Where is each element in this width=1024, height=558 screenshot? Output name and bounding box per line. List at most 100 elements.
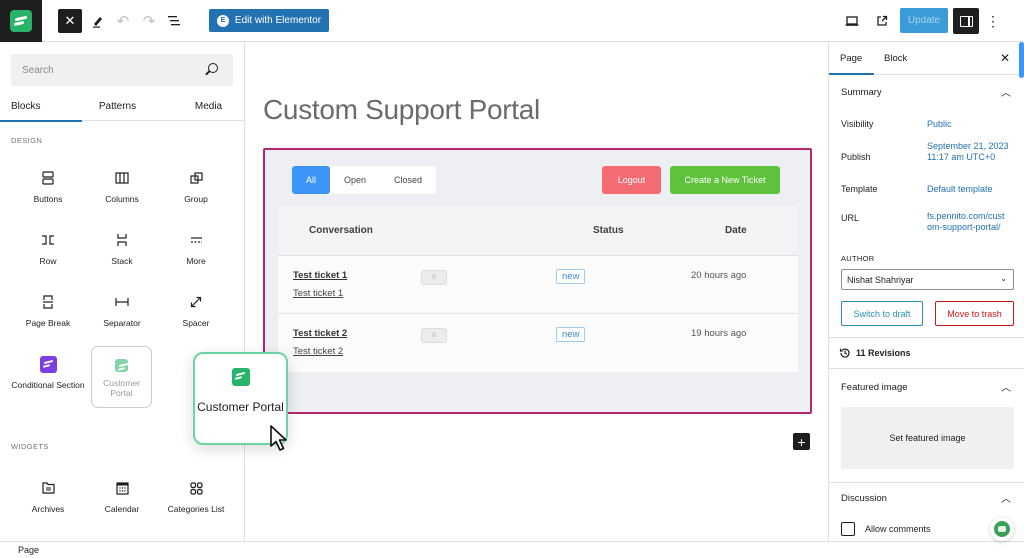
block-label: Separator	[103, 318, 141, 328]
publish-value[interactable]: September 21, 2023 11:17 am UTC+0	[927, 141, 1015, 163]
customer-portal-icon	[231, 368, 250, 386]
move-to-trash-button[interactable]: Move to trash	[935, 301, 1014, 326]
filter-closed[interactable]: Closed	[380, 166, 436, 194]
list-view-button[interactable]	[162, 9, 186, 33]
block-more[interactable]: More	[159, 222, 233, 284]
close-inserter-button[interactable]: ✕	[58, 9, 82, 33]
block-conditional-section[interactable]: Conditional Section	[11, 346, 85, 408]
table-row: Test ticket 2 Test ticket 2 0 new 19 hou…	[278, 314, 798, 372]
status-badge: new	[556, 269, 586, 284]
customer-portal-icon	[115, 358, 128, 372]
block-page-break[interactable]: Page Break	[11, 284, 85, 346]
ticket-title-link[interactable]: Test ticket 2	[293, 328, 347, 339]
tab-block[interactable]: Block	[884, 53, 907, 64]
chevron-up-icon: ︿	[1001, 494, 1011, 505]
tab-blocks[interactable]: Blocks	[0, 92, 82, 122]
external-view-icon	[877, 15, 888, 26]
options-menu-button[interactable]: ⋮	[986, 9, 1000, 33]
block-columns[interactable]: Columns	[85, 160, 159, 222]
block-buttons[interactable]: Buttons	[11, 160, 85, 222]
summary-panel-toggle[interactable]: Summary ︿	[829, 77, 1024, 107]
block-label: Conditional Section	[11, 380, 85, 390]
site-logo-button[interactable]	[0, 0, 42, 42]
template-value[interactable]: Default template	[927, 184, 1015, 195]
block-group[interactable]: Group	[159, 160, 233, 222]
ticket-filter-tabs: All Open Closed	[292, 166, 436, 194]
add-block-button[interactable]: +	[793, 433, 810, 450]
block-calendar[interactable]: Calendar	[85, 470, 159, 532]
undo-icon: ↶	[116, 13, 130, 30]
inserter-tabs: Blocks Patterns Media	[0, 92, 244, 122]
block-archives[interactable]: Archives	[11, 470, 85, 532]
status-badge: new	[556, 327, 586, 342]
filter-open[interactable]: Open	[330, 166, 380, 194]
customer-portal-block[interactable]: All Open Closed Logout Create a New Tick…	[263, 148, 812, 414]
featured-image-panel-toggle[interactable]: Featured image ︿	[829, 372, 1024, 402]
edit-with-elementor-label: Edit with Elementor	[234, 15, 322, 26]
tab-patterns[interactable]: Patterns	[82, 92, 153, 121]
divider	[829, 337, 1024, 338]
block-spacer[interactable]: Spacer	[159, 284, 233, 346]
sidebar-scrollbar[interactable]	[1019, 42, 1024, 78]
allow-comments-option: Allow comments	[841, 522, 931, 536]
publish-label: Publish	[841, 152, 871, 162]
page-title[interactable]: Custom Support Portal	[263, 94, 540, 126]
settings-sidebar: Page Block ✕ Summary ︿ Visibility Public…	[828, 42, 1024, 541]
block-label: Group	[184, 194, 208, 204]
block-stack[interactable]: Stack	[85, 222, 159, 284]
block-separator[interactable]: Separator	[85, 284, 159, 346]
fluent-logo-icon	[10, 10, 32, 32]
block-search	[11, 54, 233, 86]
chat-bot-button[interactable]	[990, 517, 1014, 541]
desktop-preview-icon	[845, 16, 859, 26]
summary-title: Summary	[841, 86, 882, 98]
block-categories-list[interactable]: Categories List	[159, 470, 233, 532]
ticket-subtitle-link[interactable]: Test ticket 2	[293, 346, 343, 357]
visibility-value[interactable]: Public	[927, 119, 1015, 130]
tab-media[interactable]: Media	[153, 92, 244, 121]
view-page-button[interactable]	[870, 9, 894, 33]
block-inserter-panel: Blocks Patterns Media DESIGN Buttons Col…	[0, 42, 245, 541]
tools-button[interactable]	[86, 9, 110, 33]
preview-button[interactable]	[840, 9, 864, 33]
tab-page[interactable]: Page	[829, 53, 875, 75]
author-select[interactable]: Nishat Shahriyar ⌄	[841, 269, 1014, 290]
columns-icon	[115, 168, 129, 188]
block-customer-portal-placeholder[interactable]: Customer Portal	[91, 346, 152, 408]
close-icon: ✕	[1000, 51, 1011, 65]
chevron-up-icon: ︿	[1001, 383, 1011, 394]
block-label: Calendar	[104, 504, 140, 514]
undo-button[interactable]: ↶	[111, 9, 135, 33]
history-icon	[839, 348, 850, 358]
logout-button[interactable]: Logout	[602, 166, 661, 194]
redo-button[interactable]: ↷	[137, 9, 161, 33]
stack-icon	[117, 230, 127, 250]
discussion-panel-toggle[interactable]: Discussion ︿	[829, 483, 1024, 513]
allow-comments-checkbox[interactable]	[841, 522, 855, 536]
block-row[interactable]: Row	[11, 222, 85, 284]
edit-with-elementor-button[interactable]: E Edit with Elementor	[209, 9, 329, 32]
close-sidebar-button[interactable]: ✕	[1000, 51, 1010, 65]
block-search-input[interactable]	[11, 54, 201, 86]
url-value[interactable]: fs.pennito.com/custom-support-portal/	[927, 211, 1007, 233]
breadcrumb-page[interactable]: Page	[18, 545, 39, 555]
set-featured-image-button[interactable]: Set featured image	[841, 407, 1014, 469]
settings-toggle-button[interactable]	[953, 8, 979, 34]
visibility-label: Visibility	[841, 119, 874, 129]
column-date: Date	[725, 225, 747, 236]
revisions-link[interactable]: 11 Revisions	[839, 347, 911, 359]
sidebar-toggle-icon	[959, 15, 973, 27]
calendar-icon	[115, 478, 129, 498]
switch-to-draft-button[interactable]: Switch to draft	[841, 301, 923, 326]
ticket-title-link[interactable]: Test ticket 1	[293, 270, 347, 281]
conditional-section-icon	[39, 355, 57, 373]
author-value: Nishat Shahriyar	[847, 274, 914, 285]
ticket-date: 20 hours ago	[691, 270, 747, 281]
more-vertical-icon: ⋮	[986, 12, 1000, 29]
filter-all[interactable]: All	[292, 166, 330, 194]
create-ticket-button[interactable]: Create a New Ticket	[670, 166, 780, 194]
discussion-title: Discussion	[841, 492, 887, 504]
ticket-subtitle-link[interactable]: Test ticket 1	[293, 288, 343, 299]
editor-canvas: Custom Support Portal All Open Closed Lo…	[245, 42, 828, 541]
update-button[interactable]: Update	[900, 8, 948, 33]
